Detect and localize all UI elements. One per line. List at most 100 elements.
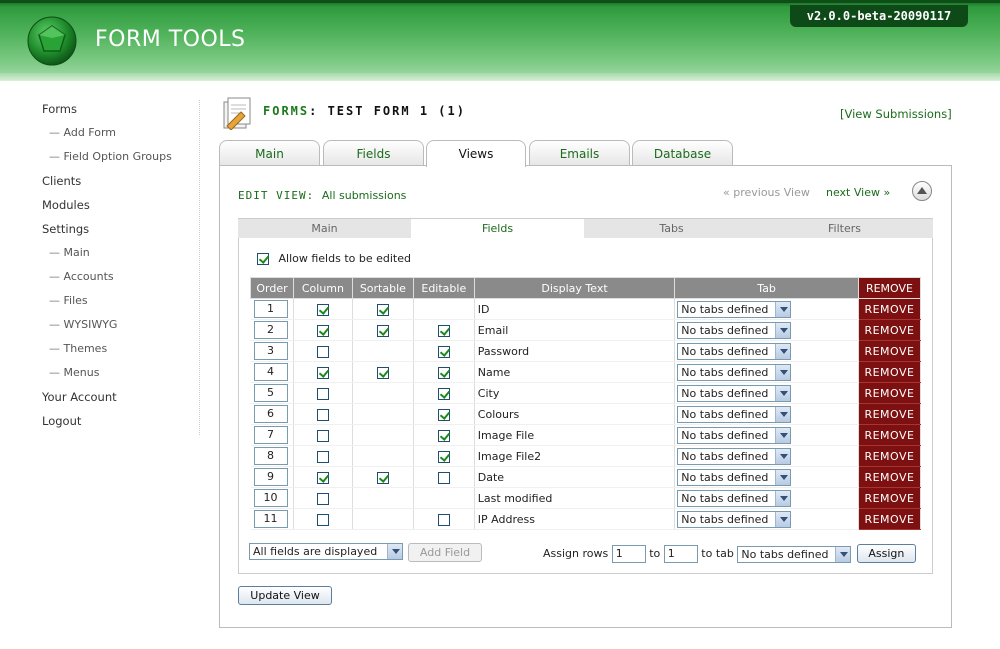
- tab-emails[interactable]: Emails: [529, 140, 630, 166]
- subtab-tabs[interactable]: Tabs: [585, 219, 758, 239]
- next-view-link[interactable]: next View »: [826, 186, 890, 199]
- header-remove[interactable]: REMOVE: [857, 277, 922, 299]
- order-input[interactable]: 1: [253, 300, 288, 318]
- editable-checkbox[interactable]: [437, 366, 450, 379]
- editable-checkbox[interactable]: [437, 471, 450, 484]
- remove-button[interactable]: REMOVE: [858, 424, 922, 446]
- order-input[interactable]: 6: [253, 405, 288, 423]
- remove-button[interactable]: REMOVE: [858, 508, 922, 530]
- assign-tab-select[interactable]: No tabs defined: [737, 545, 852, 563]
- sortable-checkbox[interactable]: [376, 324, 389, 337]
- tab-views[interactable]: Views: [426, 140, 526, 167]
- sidebar-item-menus[interactable]: Menus: [42, 364, 199, 388]
- sortable-checkbox[interactable]: [376, 471, 389, 484]
- assign-from-input[interactable]: 1: [611, 545, 646, 563]
- order-input[interactable]: 9: [253, 468, 288, 486]
- assign-button[interactable]: Assign: [856, 544, 916, 563]
- add-field-button[interactable]: Add Field: [408, 543, 482, 562]
- editable-checkbox[interactable]: [437, 408, 450, 421]
- column-checkbox[interactable]: [316, 303, 329, 316]
- remove-button[interactable]: REMOVE: [858, 361, 922, 383]
- tab-database[interactable]: Database: [632, 140, 733, 166]
- display-select[interactable]: All fields are displayed: [249, 543, 403, 560]
- sortable-checkbox[interactable]: [376, 366, 389, 379]
- tab-select[interactable]: No tabs defined: [677, 384, 792, 402]
- assign-to-input[interactable]: 1: [663, 545, 698, 563]
- editable-checkbox[interactable]: [437, 387, 450, 400]
- order-cell: 11: [250, 508, 294, 530]
- display-fields-select[interactable]: All fields are displayed: [249, 543, 403, 560]
- order-input[interactable]: 3: [253, 342, 288, 360]
- sidebar-item-settings[interactable]: Settings: [42, 220, 199, 244]
- order-input[interactable]: 11: [253, 510, 288, 528]
- remove-button[interactable]: REMOVE: [858, 298, 922, 320]
- tab-main[interactable]: Main: [219, 140, 320, 166]
- tab-select[interactable]: No tabs defined: [677, 426, 792, 444]
- remove-button[interactable]: REMOVE: [858, 382, 922, 404]
- order-input[interactable]: 8: [253, 447, 288, 465]
- tab-select[interactable]: No tabs defined: [677, 510, 792, 528]
- up-arrow-icon[interactable]: [912, 181, 932, 201]
- column-checkbox[interactable]: [316, 492, 329, 505]
- sidebar-item-themes[interactable]: Themes: [42, 340, 199, 364]
- column-checkbox[interactable]: [316, 471, 329, 484]
- sortable-cell: [352, 508, 414, 530]
- tab-select[interactable]: No tabs defined: [677, 363, 792, 381]
- remove-button[interactable]: REMOVE: [858, 445, 922, 467]
- sidebar-item-logout[interactable]: Logout: [42, 412, 199, 436]
- previous-view-link[interactable]: « previous View: [723, 186, 810, 199]
- remove-button[interactable]: REMOVE: [858, 487, 922, 509]
- editable-checkbox[interactable]: [437, 450, 450, 463]
- editable-checkbox[interactable]: [437, 429, 450, 442]
- order-cell: 9: [250, 466, 294, 488]
- column-checkbox[interactable]: [316, 408, 329, 421]
- editable-cell: [413, 382, 475, 404]
- allow-edit-checkbox[interactable]: [257, 253, 269, 265]
- column-checkbox[interactable]: [316, 324, 329, 337]
- remove-button[interactable]: REMOVE: [858, 319, 922, 341]
- view-submissions-link[interactable]: [View Submissions]: [840, 107, 952, 121]
- column-checkbox[interactable]: [316, 366, 329, 379]
- tab-select[interactable]: No tabs defined: [677, 300, 792, 318]
- subtab-main[interactable]: Main: [238, 219, 411, 239]
- order-input[interactable]: 4: [253, 363, 288, 381]
- sidebar-item-field-option-groups[interactable]: Field Option Groups: [42, 148, 199, 172]
- tab-select[interactable]: No tabs defined: [677, 489, 792, 507]
- sortable-checkbox[interactable]: [376, 303, 389, 316]
- editable-checkbox[interactable]: [437, 513, 450, 526]
- sidebar-item-accounts[interactable]: Accounts: [42, 268, 199, 292]
- remove-button[interactable]: REMOVE: [858, 340, 922, 362]
- subtab-filters[interactable]: Filters: [758, 219, 931, 239]
- column-checkbox[interactable]: [316, 450, 329, 463]
- display-text-cell: Name: [474, 361, 676, 383]
- sidebar-item-files[interactable]: Files: [42, 292, 199, 316]
- sidebar-item-clients[interactable]: Clients: [42, 172, 199, 196]
- tab-select[interactable]: No tabs defined: [677, 321, 792, 339]
- order-input[interactable]: 2: [253, 321, 288, 339]
- column-checkbox[interactable]: [316, 513, 329, 526]
- update-view-button[interactable]: Update View: [238, 586, 332, 605]
- tab-select[interactable]: No tabs defined: [677, 447, 792, 465]
- column-checkbox[interactable]: [316, 387, 329, 400]
- tab-select[interactable]: No tabs defined: [677, 405, 792, 423]
- remove-button[interactable]: REMOVE: [858, 403, 922, 425]
- editable-checkbox[interactable]: [437, 345, 450, 358]
- sidebar-item-add-form[interactable]: Add Form: [42, 124, 199, 148]
- tab-fields[interactable]: Fields: [323, 140, 424, 166]
- display-text-cell: ID: [474, 298, 676, 320]
- subtab-fields[interactable]: Fields: [411, 219, 584, 239]
- order-input[interactable]: 10: [253, 489, 288, 507]
- remove-button[interactable]: REMOVE: [858, 466, 922, 488]
- order-input[interactable]: 5: [253, 384, 288, 402]
- tab-select[interactable]: No tabs defined: [677, 468, 792, 486]
- sidebar-item-modules[interactable]: Modules: [42, 196, 199, 220]
- sidebar-item-your-account[interactable]: Your Account: [42, 388, 199, 412]
- sidebar-item-main[interactable]: Main: [42, 244, 199, 268]
- order-input[interactable]: 7: [253, 426, 288, 444]
- editable-checkbox[interactable]: [437, 324, 450, 337]
- column-checkbox[interactable]: [316, 429, 329, 442]
- column-checkbox[interactable]: [316, 345, 329, 358]
- tab-select[interactable]: No tabs defined: [677, 342, 792, 360]
- sidebar-item-wysiwyg[interactable]: WYSIWYG: [42, 316, 199, 340]
- sidebar-item-forms[interactable]: Forms: [42, 100, 199, 124]
